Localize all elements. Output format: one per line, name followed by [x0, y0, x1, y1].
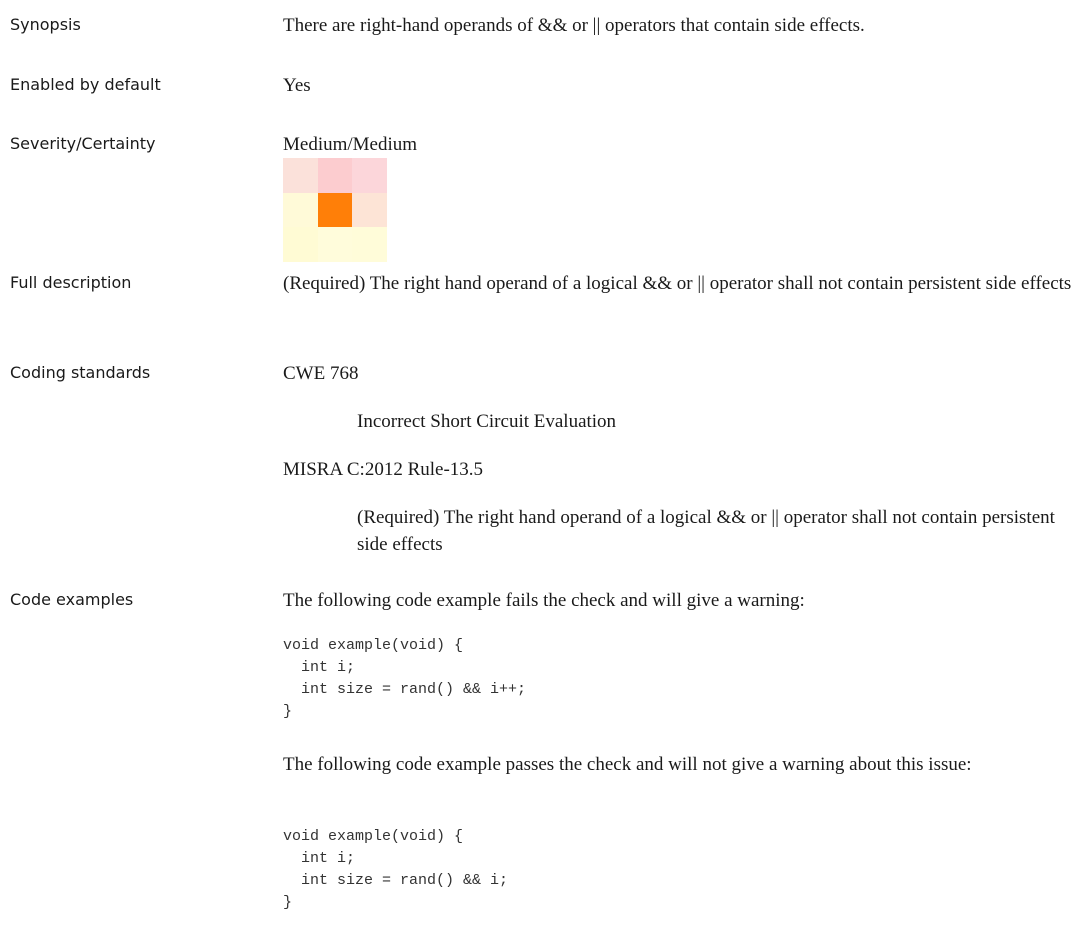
synopsis-value: There are right-hand operands of && or |…	[283, 15, 865, 36]
pass-code-block: void example(void) { int i; int size = r…	[283, 828, 509, 911]
matrix-cell	[317, 158, 353, 193]
matrix-cell	[317, 227, 353, 262]
coding-standards-label: Coding standards	[10, 363, 151, 382]
fail-example-intro: The following code example fails the che…	[283, 590, 805, 611]
severity-certainty-matrix	[283, 158, 387, 262]
matrix-cell	[283, 158, 318, 193]
code-examples-label: Code examples	[10, 590, 134, 609]
coding-standard-name: MISRA C:2012 Rule-13.5	[283, 459, 484, 480]
coding-standard-name: CWE 768	[283, 363, 359, 384]
coding-standard-description: Incorrect Short Circuit Evaluation	[357, 411, 617, 432]
full-description-label: Full description	[10, 273, 132, 292]
full-description-value: (Required) The right hand operand of a l…	[283, 273, 1072, 294]
pass-example-intro: The following code example passes the ch…	[283, 754, 972, 775]
severity-certainty-label: Severity/Certainty	[10, 134, 156, 153]
coding-standard-description: (Required) The right hand operand of a l…	[357, 507, 1055, 555]
matrix-cell	[317, 192, 353, 228]
fail-code-block: void example(void) { int i; int size = r…	[283, 637, 527, 720]
matrix-cell	[352, 227, 387, 262]
enabled-by-default-label: Enabled by default	[10, 75, 161, 94]
severity-certainty-value: Medium/Medium	[283, 134, 418, 155]
synopsis-label: Synopsis	[10, 15, 81, 34]
matrix-cell	[352, 158, 387, 193]
matrix-cell	[352, 192, 387, 228]
enabled-by-default-value: Yes	[283, 75, 311, 96]
matrix-cell	[283, 192, 318, 228]
matrix-cell	[283, 227, 318, 262]
